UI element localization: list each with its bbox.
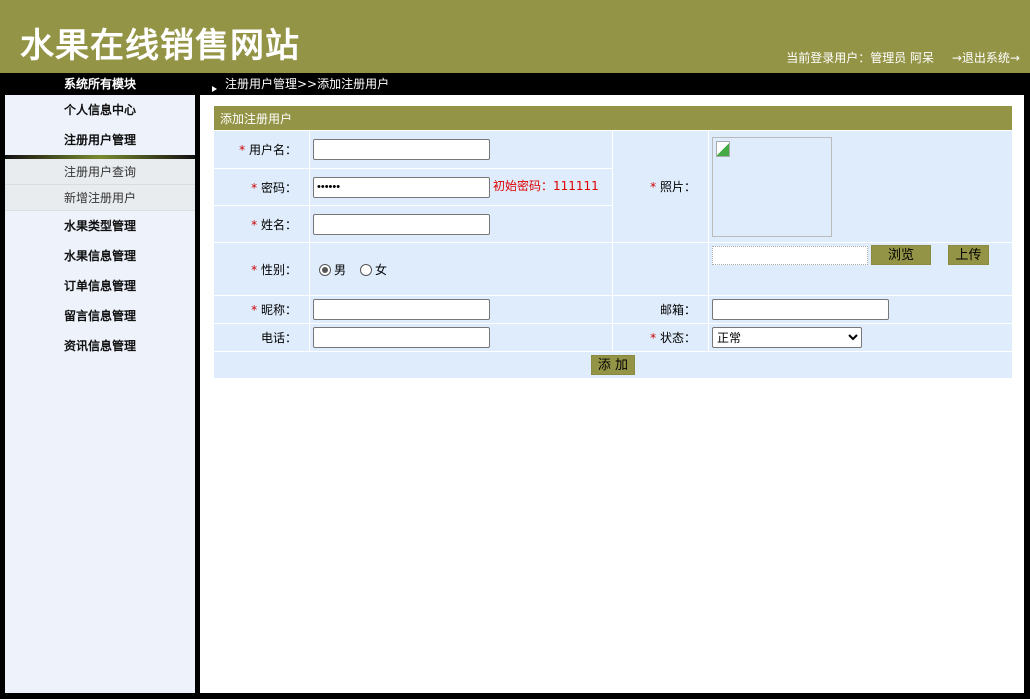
broken-image-icon <box>716 141 730 157</box>
sidebar-item-profile[interactable]: 个人信息中心 <box>5 95 195 125</box>
sidebar-item-users[interactable]: 注册用户管理 <box>5 125 195 155</box>
form-title: 添加注册用户 <box>214 106 1013 131</box>
required-mark: * <box>650 180 656 194</box>
breadcrumb: 注册用户管理>>添加注册用户 <box>212 73 389 95</box>
sidebar: 个人信息中心 注册用户管理 注册用户查询 新增注册用户 水果类型管理 水果信息管… <box>5 95 195 693</box>
nickname-label: 昵称： <box>261 303 297 317</box>
female-label: 女 <box>375 263 387 277</box>
username-label: 用户名： <box>249 143 297 157</box>
required-mark: * <box>251 303 257 317</box>
modules-title: 系统所有模块 <box>5 73 195 95</box>
name-input[interactable] <box>313 214 490 235</box>
status-label: 状态： <box>660 331 696 345</box>
password-label: 密码： <box>261 181 297 195</box>
nickname-input[interactable] <box>313 299 490 320</box>
sidebar-item-orders[interactable]: 订单信息管理 <box>5 271 195 301</box>
sidebar-item-messages[interactable]: 留言信息管理 <box>5 301 195 331</box>
site-title: 水果在线销售网站 <box>20 18 300 67</box>
header: 水果在线销售网站 当前登录用户：管理员 阿呆 →退出系统→ <box>0 0 1030 73</box>
browse-button[interactable]: 浏览 <box>871 245 931 265</box>
upload-button[interactable]: 上传 <box>948 245 989 265</box>
sidebar-item-fruit-type[interactable]: 水果类型管理 <box>5 211 195 241</box>
main-content: 添加注册用户 * 用户名： * 照片： * 密码： 初始密码：111111 * … <box>200 95 1024 693</box>
file-input[interactable] <box>712 246 868 265</box>
sidebar-sub-query[interactable]: 注册用户查询 <box>5 159 195 185</box>
username-input[interactable] <box>313 139 490 160</box>
email-label: 邮箱： <box>660 303 696 317</box>
sidebar-sub-add[interactable]: 新增注册用户 <box>5 185 195 211</box>
add-user-form: 添加注册用户 * 用户名： * 照片： * 密码： 初始密码：111111 * … <box>213 105 1013 379</box>
name-label: 姓名： <box>261 218 297 232</box>
required-mark: * <box>251 181 257 195</box>
phone-label: 电话： <box>261 331 297 345</box>
logout-link[interactable]: →退出系统→ <box>952 51 1020 65</box>
required-mark: * <box>251 263 257 277</box>
required-mark: * <box>650 331 656 345</box>
gender-label: 性别： <box>261 263 297 277</box>
photo-label: 照片： <box>660 180 696 194</box>
submit-button[interactable]: 添 加 <box>591 355 635 375</box>
required-mark: * <box>239 143 245 157</box>
gender-male-radio[interactable] <box>319 264 331 276</box>
required-mark: * <box>251 218 257 232</box>
gender-female-radio[interactable] <box>360 264 372 276</box>
password-hint: 初始密码：111111 <box>493 179 599 193</box>
current-user: 当前登录用户：管理员 阿呆 <box>786 51 934 65</box>
sidebar-item-news[interactable]: 资讯信息管理 <box>5 331 195 361</box>
arrow-icon <box>212 86 217 92</box>
sidebar-item-fruit-info[interactable]: 水果信息管理 <box>5 241 195 271</box>
email-input[interactable] <box>712 299 889 320</box>
photo-preview <box>712 137 832 237</box>
status-select[interactable]: 正常 <box>712 327 862 348</box>
phone-input[interactable] <box>313 327 490 348</box>
male-label: 男 <box>334 263 346 277</box>
breadcrumb-text: 注册用户管理>>添加注册用户 <box>225 77 389 91</box>
password-input[interactable] <box>313 177 490 198</box>
